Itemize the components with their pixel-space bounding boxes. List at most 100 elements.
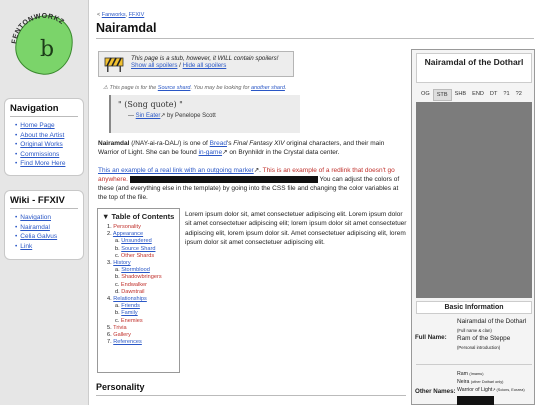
quote-dash: —	[128, 113, 136, 119]
section-heading-personality: Personality	[96, 382, 145, 392]
wiki-item-link: Link	[15, 242, 78, 252]
other-name-neira: Neira (other Dotharl only)	[457, 378, 534, 386]
wiki-title: Wiki - FFXIV	[10, 195, 78, 209]
nav-link-find-more[interactable]: Find More Here	[20, 160, 65, 167]
wiki-link-navigation[interactable]: Navigation	[20, 214, 51, 221]
nav-link-commissions[interactable]: Commissions	[20, 151, 59, 158]
other-name-ram: Ram (Imamu)	[457, 370, 534, 378]
other-name-note: ↗ (Scions, Eorzea)	[492, 388, 525, 392]
show-spoilers-link[interactable]: Show all spoilers	[131, 62, 177, 69]
character-infobox: Nairamdal of the Dotharl OG STB SHB END DT ?1…	[411, 49, 535, 405]
toc-item: c. Endwalker	[102, 282, 175, 289]
wiki-item-nairamdal: Nairamdal	[15, 223, 78, 233]
wiki-link-nairamdal[interactable]: Nairamdal	[20, 224, 50, 231]
navigation-title: Navigation	[10, 103, 78, 117]
full-name-alt-note: (Personal introduction)	[457, 344, 501, 350]
toc-item-link[interactable]: Other Shards	[121, 253, 154, 259]
logo-glyph: b	[40, 37, 54, 62]
quote-text: " (Song quote) "	[118, 100, 183, 109]
logo-graphic: FENTONWORKZ b	[11, 13, 73, 75]
nav-link-home[interactable]: Home Page	[20, 122, 54, 129]
full-name-label: Full Name:	[415, 334, 447, 341]
toc-item-link[interactable]: Personality	[113, 224, 141, 230]
nav-item-original-works: Original Works	[15, 140, 78, 150]
toc-item: b. Family	[102, 310, 175, 317]
navigation-box: Navigation Home Page About the Artist Or…	[4, 98, 84, 176]
wiki-item-celia: Celia Galvus	[15, 232, 78, 242]
other-name: Warrior of Light	[457, 387, 493, 393]
in-game-link[interactable]: in-game	[199, 149, 222, 156]
quote-song-link[interactable]: Sin Eater	[136, 113, 161, 119]
toc-item-link[interactable]: Shadowbringers	[121, 274, 161, 280]
other-names-value: Ram (Imamu) Neira (other Dotharl only) W…	[457, 370, 534, 394]
infobox-tab[interactable]: OG	[418, 89, 433, 101]
toc-item-link[interactable]: Trivia	[113, 325, 126, 331]
toc-item-link[interactable]: Endwalker	[121, 282, 147, 288]
toc-item: d. Dawntrail	[102, 289, 175, 296]
wiki-list: Navigation Nairamdal Celia Galvus Link	[10, 213, 78, 251]
full-name-note: (Full name & clan)	[457, 327, 492, 333]
toc-item-link[interactable]: References	[113, 339, 142, 345]
infobox-tab[interactable]: END	[469, 89, 487, 101]
quote-artist: by Penelope Scott	[165, 113, 216, 119]
toc-item: 1. Personality	[102, 224, 175, 231]
toc-item-link[interactable]: Relationships	[113, 296, 147, 302]
breadcrumb-fanworks[interactable]: Fanworks	[102, 12, 126, 18]
toc-item-link[interactable]: Enemies	[121, 318, 143, 324]
toc-item-link[interactable]: Stormblood	[121, 267, 150, 273]
site-logo[interactable]: FENTONWORKZ b	[6, 6, 82, 82]
bread-link[interactable]: Bread	[210, 140, 227, 147]
toc-item-link[interactable]: Dawntrail	[121, 289, 144, 295]
toc-item: b. Shadowbringers	[102, 274, 175, 281]
table-of-contents: ▼ Table of Contents 1. Personality 2. App…	[97, 208, 180, 373]
infobox-row-divider	[416, 364, 532, 365]
toc-item-link[interactable]: Unsundered	[121, 238, 151, 244]
toc-item: a. Unsundered	[102, 238, 175, 245]
spoiler-redaction[interactable]	[457, 396, 494, 405]
nav-item-find-more: Find More Here	[15, 159, 78, 169]
wiki-link-link[interactable]: Link	[20, 243, 32, 250]
lorem-paragraph: Lorem ipsum dolor sit, amet consectetuer…	[185, 211, 407, 246]
infobox-tabs: OG STB SHB END DT ?1 ?2	[418, 89, 525, 101]
toc-item-link[interactable]: Family	[121, 310, 137, 316]
nav-link-about[interactable]: About the Artist	[20, 132, 64, 139]
quote-attribution: — Sin Eater↗ by Penelope Scott	[118, 112, 293, 119]
another-shard-link[interactable]: another shard	[251, 85, 285, 91]
nav-link-original-works[interactable]: Original Works	[20, 141, 63, 148]
source-note-pre: This page is for the	[109, 85, 158, 91]
toc-item-link[interactable]: Source Shard	[121, 246, 155, 252]
breadcrumb-ffxiv[interactable]: FFXIV	[129, 12, 145, 18]
spoiler-redaction[interactable]	[129, 175, 318, 183]
navigation-list: Home Page About the Artist Original Work…	[10, 121, 78, 169]
other-name-note: (Imamu)	[469, 372, 484, 376]
infobox-tab[interactable]: ?1	[500, 89, 512, 101]
toc-item: a. Friends	[102, 303, 175, 310]
wiki-link-celia[interactable]: Celia Galvus	[20, 233, 57, 240]
other-name-note: (other Dotharl only)	[470, 380, 504, 384]
toc-item-link[interactable]: History	[113, 260, 130, 266]
source-shard-link[interactable]: Source shard	[158, 85, 191, 91]
other-names-label: Other Names:	[415, 388, 456, 395]
infobox-tab[interactable]: STB	[432, 89, 452, 101]
toc-item: 5. Trivia	[102, 325, 175, 332]
other-name: Ram	[457, 371, 468, 377]
full-name-alt: Ram of the Steppe	[457, 335, 511, 342]
intro-game: Final Fantasy XIV	[233, 140, 285, 147]
toc-item-link[interactable]: Friends	[121, 303, 140, 309]
infobox-tab[interactable]: ?2	[513, 89, 525, 101]
toc-title[interactable]: ▼ Table of Contents	[102, 212, 175, 221]
toc-item-link[interactable]: Appearance	[113, 231, 143, 237]
full-name-value: Nairamdal of the Dotharl (Full name & cl…	[457, 318, 534, 352]
infobox-tab[interactable]: SHB	[452, 89, 470, 101]
toc-item: 2. Appearance	[102, 231, 175, 238]
infobox-tab[interactable]: DT	[487, 89, 500, 101]
toc-item: b. Source Shard	[102, 246, 175, 253]
intro-pron: (/NAY-ai-ra-DAL/) is one of	[129, 140, 210, 147]
infobox-title: Nairamdal of the Dotharl	[416, 53, 532, 83]
example-outgoing-link[interactable]: This an example of a real link with an o…	[98, 167, 254, 174]
wiki-box: Wiki - FFXIV Navigation Nairamdal Celia …	[4, 190, 84, 260]
page-title: Nairamdal	[96, 21, 157, 35]
toc-item-link[interactable]: Gallery	[113, 332, 131, 338]
source-note-post: .	[284, 85, 287, 91]
hide-spoilers-link[interactable]: Hide all spoilers	[183, 62, 227, 69]
